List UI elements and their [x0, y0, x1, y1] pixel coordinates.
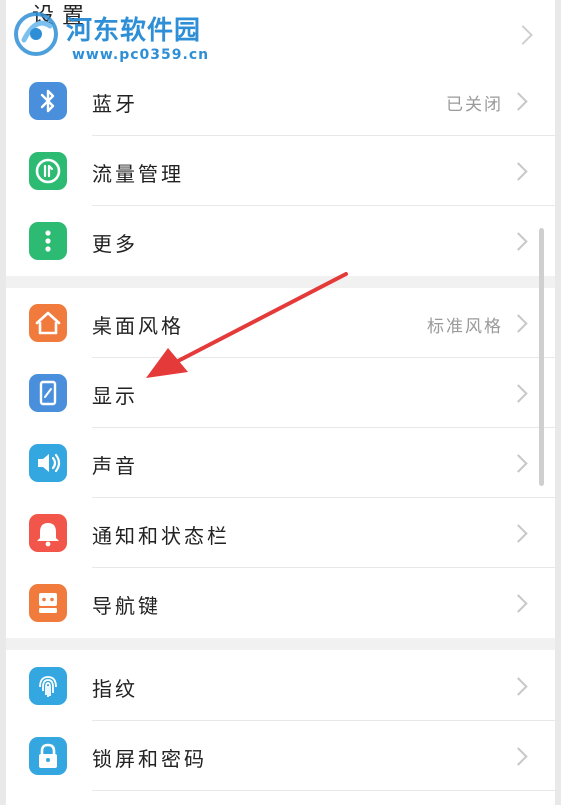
settings-item-bluetooth[interactable]: 蓝牙 已关闭	[6, 66, 555, 136]
chevron-right-icon	[513, 25, 533, 45]
settings-item-label: 桌面风格	[92, 314, 184, 338]
chevron-right-icon	[509, 594, 528, 613]
settings-item-lock-screen[interactable]: 锁屏和密码	[6, 721, 555, 791]
chevron-right-icon	[509, 454, 528, 473]
display-icon	[29, 374, 67, 412]
nav-keys-icon	[29, 584, 67, 622]
settings-item-notifications[interactable]: 通知和状态栏	[6, 498, 555, 568]
chevron-right-icon	[509, 384, 528, 403]
watermark-url: www.pc0359.cn	[72, 47, 210, 63]
section-gap	[6, 638, 555, 650]
settings-item-label: 通知和状态栏	[92, 524, 230, 548]
more-dots-icon	[29, 222, 67, 260]
scrollbar[interactable]	[539, 228, 544, 486]
settings-item-label: 流量管理	[92, 162, 184, 186]
chevron-right-icon	[509, 747, 528, 766]
settings-item-data-traffic[interactable]: 流量管理	[6, 136, 555, 206]
chevron-right-icon	[509, 92, 528, 111]
settings-item-value: 标准风格	[427, 317, 503, 337]
settings-item-sound[interactable]: 声音	[6, 428, 555, 498]
chevron-right-icon	[509, 314, 528, 333]
chevron-right-icon	[509, 677, 528, 696]
settings-item-label: 更多	[92, 232, 138, 256]
settings-item-label: 锁屏和密码	[92, 747, 207, 771]
home-icon	[29, 304, 67, 342]
fingerprint-icon	[29, 667, 67, 705]
settings-item-label: 蓝牙	[92, 92, 138, 116]
lock-icon	[29, 737, 67, 775]
speaker-icon	[29, 444, 67, 482]
settings-item-fingerprint[interactable]: 指纹	[6, 651, 555, 721]
settings-item-label: 导航键	[92, 594, 161, 618]
settings-item-display[interactable]: 显示	[6, 358, 555, 428]
watermark-name: 河东软件园	[66, 16, 202, 46]
settings-item-label: 声音	[92, 454, 138, 478]
settings-item-nav-keys[interactable]: 导航键	[6, 568, 555, 638]
chevron-right-icon	[509, 162, 528, 181]
bell-icon	[29, 514, 67, 552]
bluetooth-icon	[29, 82, 67, 120]
settings-item-label: 显示	[92, 384, 138, 408]
settings-item-theme[interactable]: 桌面风格 标准风格	[6, 288, 555, 358]
divider	[92, 790, 555, 791]
device-frame-right	[555, 0, 561, 805]
settings-item-value: 已关闭	[446, 95, 503, 115]
chevron-right-icon	[509, 524, 528, 543]
header: 设置 河东软件园 www.pc0359.cn	[6, 0, 555, 63]
watermark-logo-icon	[14, 12, 58, 56]
data-traffic-icon	[29, 152, 67, 190]
settings-screen: 设置 河东软件园 www.pc0359.cn 蓝牙 已关闭 流量管理 更多 桌面…	[6, 0, 555, 805]
settings-item-more[interactable]: 更多	[6, 206, 555, 276]
section-gap	[6, 276, 555, 288]
settings-item-label: 指纹	[92, 677, 138, 701]
chevron-right-icon	[509, 232, 528, 251]
